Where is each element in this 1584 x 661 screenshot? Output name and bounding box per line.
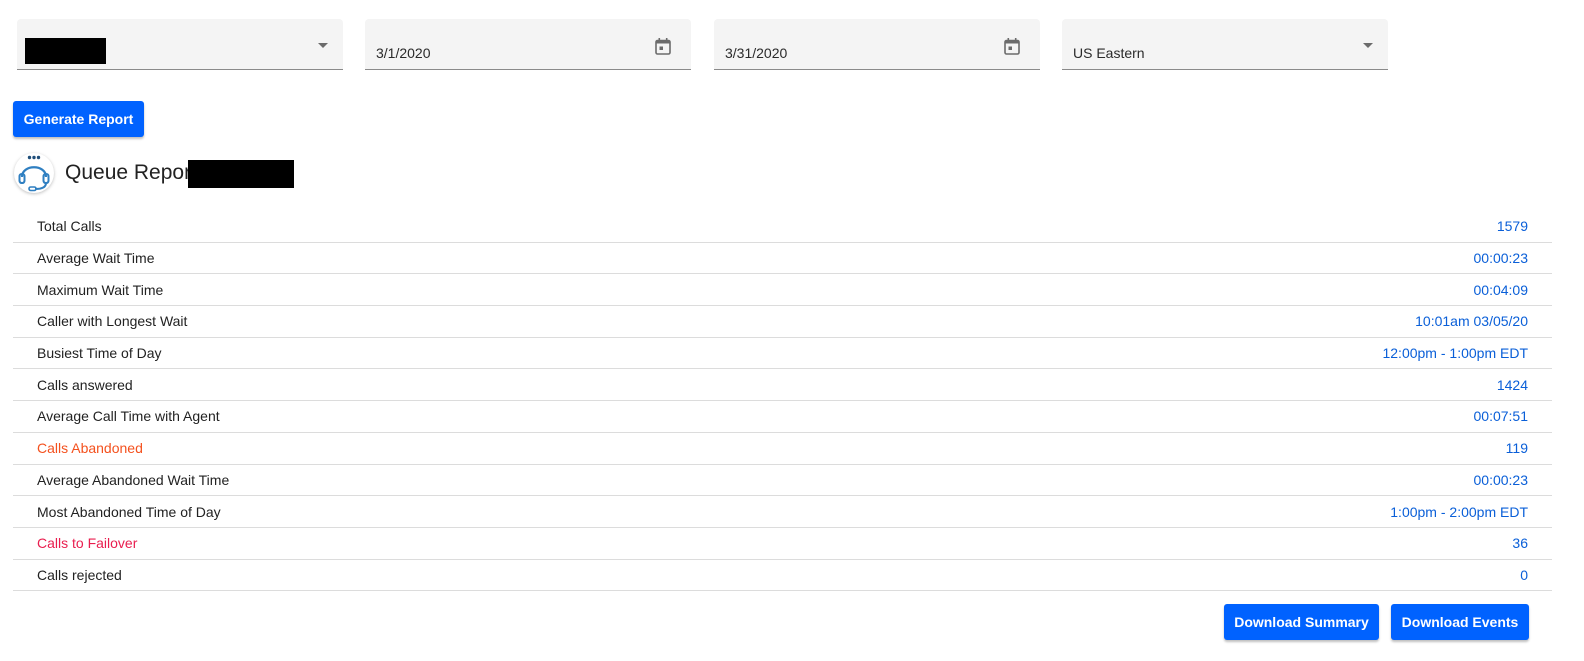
start-date-field[interactable]: 3/1/2020 bbox=[365, 19, 691, 70]
dropdown-caret-icon bbox=[318, 43, 328, 48]
row-value: 00:00:23 bbox=[1473, 250, 1529, 267]
row-label: Most Abandoned Time of Day bbox=[37, 503, 221, 520]
table-row: Average Call Time with Agent 00:07:51 bbox=[13, 401, 1552, 433]
report-stats-table: Total Calls 1579 Average Wait Time 00:00… bbox=[13, 211, 1552, 592]
row-label: Average Abandoned Wait Time bbox=[37, 471, 230, 488]
row-value: 00:00:23 bbox=[1473, 471, 1529, 488]
row-label: Average Call Time with Agent bbox=[37, 408, 220, 425]
row-label: Total Calls bbox=[37, 218, 102, 235]
table-row: Busiest Time of Day 12:00pm - 1:00pm EDT bbox=[13, 338, 1552, 370]
timezone-value: US Eastern bbox=[1073, 45, 1145, 61]
row-label: Calls rejected bbox=[37, 566, 122, 583]
row-value: 36 bbox=[1512, 535, 1528, 552]
row-label: Average Wait Time bbox=[37, 250, 155, 267]
calendar-icon[interactable] bbox=[1004, 38, 1020, 55]
row-value: 12:00pm - 1:00pm EDT bbox=[1382, 345, 1528, 362]
start-date-value: 3/1/2020 bbox=[376, 45, 431, 61]
calendar-icon[interactable] bbox=[655, 38, 671, 55]
row-label: Caller with Longest Wait bbox=[37, 313, 188, 330]
row-value: 1579 bbox=[1496, 218, 1528, 235]
row-label: Maximum Wait Time bbox=[37, 281, 164, 298]
table-row: Calls Abandoned 119 bbox=[13, 433, 1552, 465]
row-label: Calls answered bbox=[37, 376, 133, 393]
table-row: Average Abandoned Wait Time 00:00:23 bbox=[13, 465, 1552, 497]
generate-report-button[interactable]: Generate Report bbox=[13, 101, 144, 137]
row-label: Busiest Time of Day bbox=[37, 345, 162, 362]
row-label: Calls to Failover bbox=[37, 535, 138, 552]
dropdown-caret-icon bbox=[1363, 43, 1373, 48]
row-value: 00:07:51 bbox=[1473, 408, 1529, 425]
report-title: Queue Report bbox=[65, 161, 197, 184]
row-value: 00:04:09 bbox=[1473, 281, 1529, 298]
end-date-field[interactable]: 3/31/2020 bbox=[714, 19, 1040, 70]
row-value: 0 bbox=[1520, 566, 1528, 583]
queue-select[interactable] bbox=[17, 19, 343, 70]
row-value: 1:00pm - 2:00pm EDT bbox=[1390, 503, 1528, 520]
timezone-select[interactable]: US Eastern bbox=[1062, 19, 1388, 70]
table-row: Calls rejected 0 bbox=[13, 560, 1552, 592]
table-row: Calls answered 1424 bbox=[13, 369, 1552, 402]
table-row: Calls to Failover 36 bbox=[13, 528, 1552, 560]
row-label: Calls Abandoned bbox=[37, 440, 143, 457]
row-value: 1424 bbox=[1496, 376, 1528, 393]
download-events-button[interactable]: Download Events bbox=[1391, 604, 1529, 640]
row-value: 119 bbox=[1505, 440, 1528, 457]
download-summary-button[interactable]: Download Summary bbox=[1224, 604, 1379, 640]
table-row: Average Wait Time 00:00:23 bbox=[13, 243, 1552, 275]
table-row: Total Calls 1579 bbox=[13, 211, 1552, 243]
table-row: Maximum Wait Time 00:04:09 bbox=[13, 274, 1552, 307]
end-date-value: 3/31/2020 bbox=[725, 45, 788, 61]
headset-icon bbox=[14, 153, 54, 193]
redacted-queue-name bbox=[25, 38, 106, 64]
table-row: Most Abandoned Time of Day 1:00pm - 2:00… bbox=[13, 496, 1552, 528]
redacted-report-name bbox=[188, 160, 294, 188]
table-row: Caller with Longest Wait 10:01am 03/05/2… bbox=[13, 306, 1552, 338]
row-value: 10:01am 03/05/20 bbox=[1415, 313, 1528, 330]
